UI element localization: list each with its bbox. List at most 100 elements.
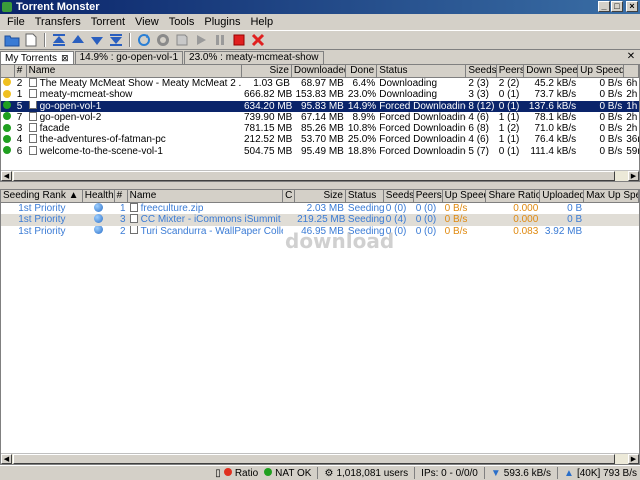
seed-name: freeculture.zip: [128, 203, 283, 214]
col-name[interactable]: Name: [127, 190, 284, 203]
torrent-up: 0 B/s: [599, 134, 623, 146]
seeding-row[interactable]: 1st Priority 3 CC Mixter - iCommons iSummi…: [1, 214, 639, 226]
torrent-peers: 0 (1): [498, 145, 520, 157]
status-nat[interactable]: NAT OK: [264, 468, 311, 479]
move-top-icon[interactable]: [51, 32, 67, 48]
pane-splitter[interactable]: [0, 182, 640, 189]
new-file-icon[interactable]: [23, 32, 39, 48]
torrent-row[interactable]: 6 welcome-to-the-scene-vol-1 504.75 MB 95.4…: [1, 145, 639, 157]
scroll-thumb[interactable]: [13, 454, 615, 464]
tab-my-torrents[interactable]: My Torrents ⊠: [0, 51, 74, 64]
col-status[interactable]: Status: [377, 65, 467, 78]
pause-icon[interactable]: [212, 32, 228, 48]
scroll-left-icon[interactable]: ◀: [1, 454, 12, 464]
col-eta[interactable]: [624, 65, 639, 78]
col-number[interactable]: #: [14, 65, 27, 78]
move-bottom-icon[interactable]: [108, 32, 124, 48]
menu-torrent[interactable]: Torrent: [86, 16, 130, 28]
open-folder-icon[interactable]: [4, 32, 20, 48]
col-uploaded[interactable]: Uploaded: [540, 190, 585, 203]
maximize-button[interactable]: □: [611, 1, 623, 12]
col-downloaded[interactable]: Downloaded: [291, 65, 346, 78]
menu-plugins[interactable]: Plugins: [199, 16, 245, 28]
seed-size: 2.03 MB: [306, 203, 344, 214]
torrent-done: 8.9%: [352, 111, 376, 123]
seed-num: 1: [120, 203, 126, 214]
col-seeding-rank[interactable]: Seeding Rank ▲: [1, 190, 83, 203]
seed-uploaded: 0 B: [567, 203, 583, 214]
col-done[interactable]: Done: [345, 65, 378, 78]
menu-tools[interactable]: Tools: [164, 16, 200, 28]
close-button[interactable]: ×: [626, 1, 638, 12]
file-icon: [28, 78, 37, 87]
col-peers[interactable]: Peers: [413, 190, 443, 203]
torrent-peers: 1 (2): [498, 123, 520, 135]
menu-view[interactable]: View: [130, 16, 164, 28]
torrent-downloaded: 53.70 MB: [301, 134, 344, 146]
scroll-right-icon[interactable]: ▶: [628, 171, 639, 181]
status-ips: IPs: 0 - 0/0/0: [421, 467, 478, 479]
refresh-icon[interactable]: [136, 32, 152, 48]
col-status-icon[interactable]: [1, 65, 15, 78]
status-dot-icon: [1, 78, 15, 89]
down-arrow-icon: ▼: [490, 467, 501, 479]
torrent-list-header: # Name Size Downloaded Done Status Seeds…: [1, 65, 639, 78]
horizontal-scrollbar[interactable]: ◀ ▶: [1, 453, 639, 464]
col-seeds[interactable]: Seeds: [466, 65, 497, 78]
col-seeds[interactable]: Seeds: [383, 190, 414, 203]
menu-transfers[interactable]: Transfers: [30, 16, 86, 28]
col-share-ratio[interactable]: Share Ratio: [486, 190, 541, 203]
menu-help[interactable]: Help: [245, 16, 278, 28]
torrent-row[interactable]: 7 go-open-vol-2 739.90 MB 67.14 MB 8.9% Force…: [1, 111, 639, 123]
torrent-row[interactable]: 3 facade 781.15 MB 85.26 MB 10.8% Forced Down…: [1, 123, 639, 134]
torrent-row[interactable]: 1 meaty-mcmeat-show 666.82 MB 153.83 MB 23.0…: [1, 89, 639, 100]
status-ratio[interactable]: ▯ Ratio: [215, 468, 258, 479]
status-down-speed: ▼ 593.6 kB/s: [490, 467, 552, 479]
torrent-seeds: 4 (6): [468, 111, 489, 123]
horizontal-scrollbar[interactable]: ◀ ▶: [1, 170, 639, 181]
status-dot-icon: [1, 112, 15, 123]
close-tab-icon[interactable]: ✕: [625, 51, 637, 63]
col-max-up-speed[interactable]: Max Up Speed: [584, 190, 639, 203]
col-health[interactable]: Health: [82, 190, 115, 203]
torrent-size: 212.52 MB: [243, 134, 292, 146]
torrent-row[interactable]: 4 the-adventures-of-fatman-pc 212.52 MB 53.…: [1, 134, 639, 145]
col-name[interactable]: Name: [26, 65, 242, 78]
col-down-speed[interactable]: Down Speed: [524, 65, 579, 78]
play-icon[interactable]: [193, 32, 209, 48]
tab-go-open-vol-1[interactable]: 14.9% : go-open-vol-1: [74, 51, 184, 64]
torrent-down: 73.7 kB/s: [534, 89, 577, 101]
tab-close-icon[interactable]: ⊠: [61, 53, 69, 63]
queue-icon[interactable]: [174, 32, 190, 48]
scroll-thumb[interactable]: [13, 171, 615, 181]
torrent-eta: 2h: [626, 123, 638, 135]
col-up-speed[interactable]: Up Speed: [578, 65, 625, 78]
torrent-num: 2: [16, 78, 23, 89]
remove-icon[interactable]: [250, 32, 266, 48]
col-status[interactable]: Status: [345, 190, 384, 203]
col-c[interactable]: C: [283, 190, 296, 203]
col-size[interactable]: Size: [241, 65, 292, 78]
stop-icon[interactable]: [155, 32, 171, 48]
stop-red-icon[interactable]: [231, 32, 247, 48]
move-down-icon[interactable]: [89, 32, 105, 48]
torrent-num: 7: [16, 111, 23, 123]
col-size[interactable]: Size: [295, 190, 346, 203]
torrent-seeds: 5 (7): [468, 145, 489, 157]
scroll-left-icon[interactable]: ◀: [1, 171, 12, 181]
seeding-row[interactable]: 1st Priority 1 freeculture.zip 2.03 MB Seedi…: [1, 203, 639, 214]
col-number[interactable]: #: [114, 190, 128, 203]
torrent-list[interactable]: # Name Size Downloaded Done Status Seeds…: [0, 64, 640, 182]
torrent-row[interactable]: 2 The Meaty McMeat Show - Meaty McMeat 2 …: [1, 78, 639, 89]
menu-file[interactable]: File: [2, 16, 30, 28]
move-up-icon[interactable]: [70, 32, 86, 48]
torrent-row[interactable]: 5 go-open-vol-1 634.20 MB 95.83 MB 14.9% Forc…: [1, 100, 639, 112]
minimize-button[interactable]: _: [598, 1, 610, 12]
scroll-right-icon[interactable]: ▶: [628, 454, 639, 464]
torrent-status: Forced Downloading: [379, 100, 467, 112]
users-icon: ⚙: [324, 467, 334, 479]
tab-meaty-mcmeat-show[interactable]: 23.0% : meaty-mcmeat-show: [184, 51, 324, 64]
col-peers[interactable]: Peers: [496, 65, 525, 78]
torrent-up: 0 B/s: [599, 123, 623, 135]
col-up-speed[interactable]: Up Speed: [442, 190, 487, 203]
